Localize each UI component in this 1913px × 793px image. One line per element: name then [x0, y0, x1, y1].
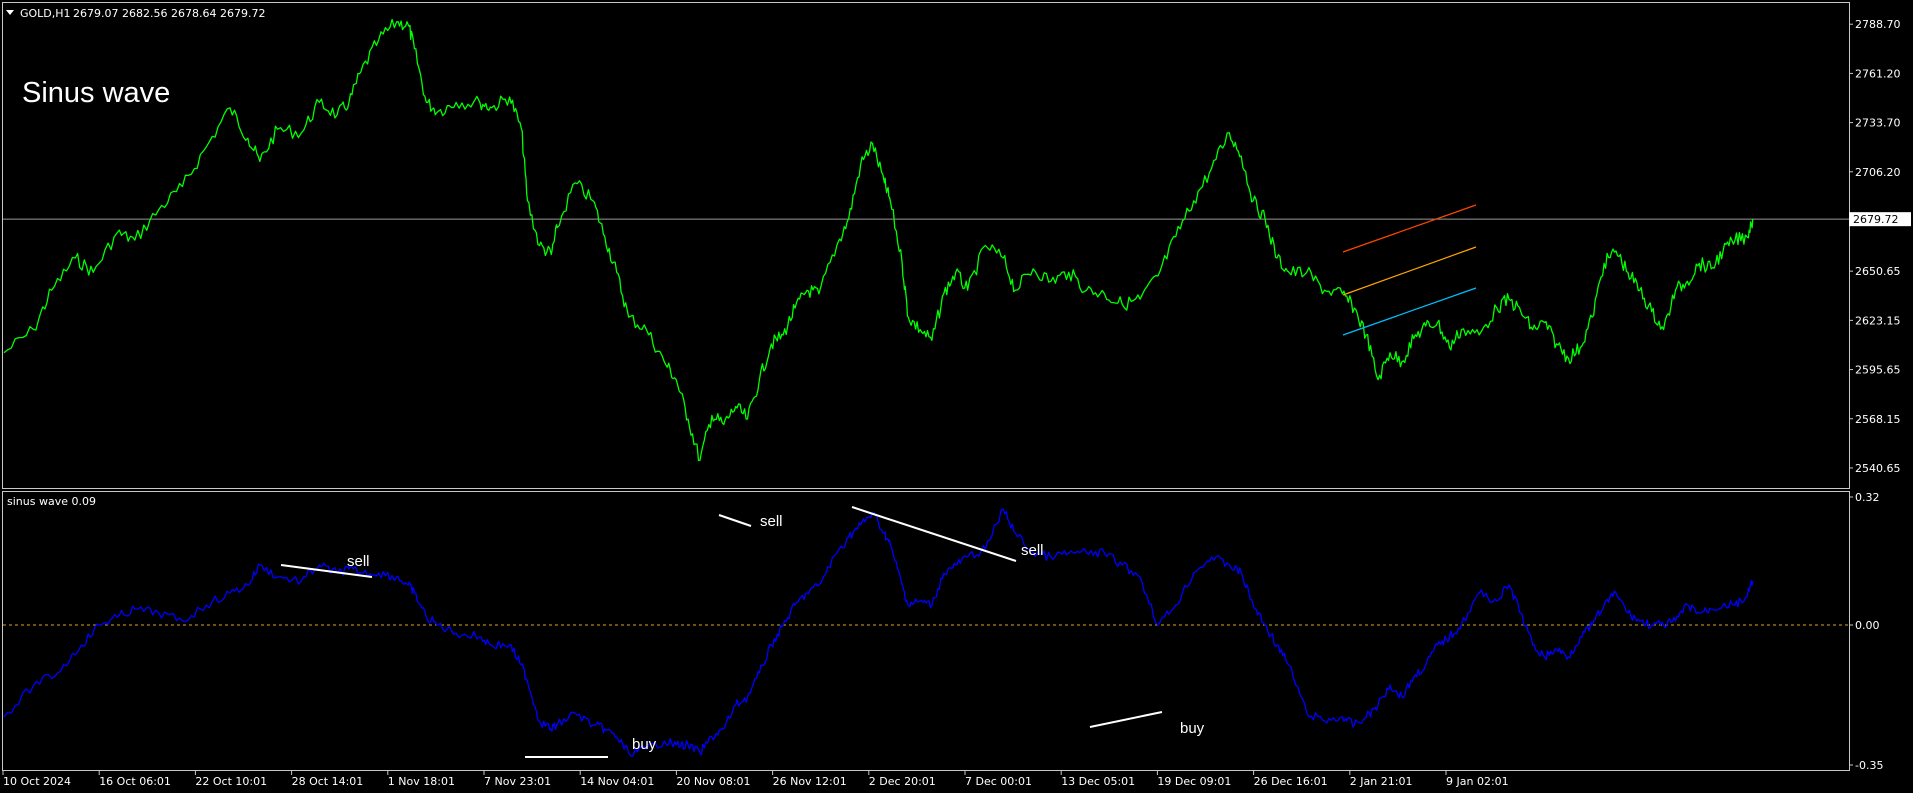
annotation-sell-3: sell [1021, 542, 1044, 559]
x-tick-label: 28 Oct 14:01 [292, 775, 364, 788]
annotation-sell-2: sell [760, 513, 783, 530]
x-tick-label: 20 Nov 08:01 [676, 775, 750, 788]
x-tick-label: 2 Jan 21:01 [1350, 775, 1413, 788]
main-y-tick-label: 2706.20 [1855, 166, 1901, 179]
price-chart[interactable]: GOLD,H1 2679.07 2682.56 2678.64 2679.72 … [0, 0, 1913, 793]
x-tick-label: 19 Dec 09:01 [1157, 775, 1231, 788]
x-tick-label: 14 Nov 04:01 [580, 775, 654, 788]
x-tick-label: 22 Oct 10:01 [195, 775, 267, 788]
main-y-tick-label: 2733.70 [1855, 117, 1901, 130]
overlay-title: Sinus wave [22, 77, 170, 109]
symbol-label: GOLD,H1 [20, 7, 71, 20]
main-y-tick-label: 2788.70 [1855, 18, 1901, 31]
current-price-label: 2679.72 [1853, 213, 1899, 226]
sub-y-tick-label: 0.00 [1855, 619, 1880, 632]
main-y-tick-label: 2623.15 [1855, 314, 1901, 327]
x-tick-label: 26 Dec 16:01 [1254, 775, 1328, 788]
main-y-tick-label: 2568.15 [1855, 413, 1901, 426]
annotation-buy-2: buy [1180, 720, 1205, 737]
x-tick-label: 26 Nov 12:01 [773, 775, 847, 788]
main-y-tick-label: 2650.65 [1855, 265, 1901, 278]
main-y-tick-label: 2540.65 [1855, 462, 1901, 475]
x-tick-label: 10 Oct 2024 [3, 775, 71, 788]
x-tick-label: 1 Nov 18:01 [388, 775, 455, 788]
sub-y-tick-label: -0.35 [1855, 759, 1883, 772]
x-tick-label: 13 Dec 05:01 [1061, 775, 1135, 788]
chart-background [0, 0, 1913, 793]
annotation-buy-1: buy [632, 736, 657, 753]
main-y-tick-label: 2595.65 [1855, 364, 1901, 377]
annotation-sell-1: sell [347, 553, 370, 570]
ohlc-values: 2679.07 2682.56 2678.64 2679.72 [73, 7, 265, 20]
x-tick-label: 16 Oct 06:01 [99, 775, 171, 788]
x-tick-label: 9 Jan 02:01 [1446, 775, 1509, 788]
sub-y-tick-label: 0.32 [1855, 491, 1880, 504]
indicator-label: sinus wave 0.09 [7, 495, 96, 508]
x-tick-label: 7 Dec 00:01 [965, 775, 1032, 788]
x-tick-label: 7 Nov 23:01 [484, 775, 551, 788]
x-tick-label: 2 Dec 20:01 [869, 775, 936, 788]
main-y-tick-label: 2761.20 [1855, 67, 1901, 80]
